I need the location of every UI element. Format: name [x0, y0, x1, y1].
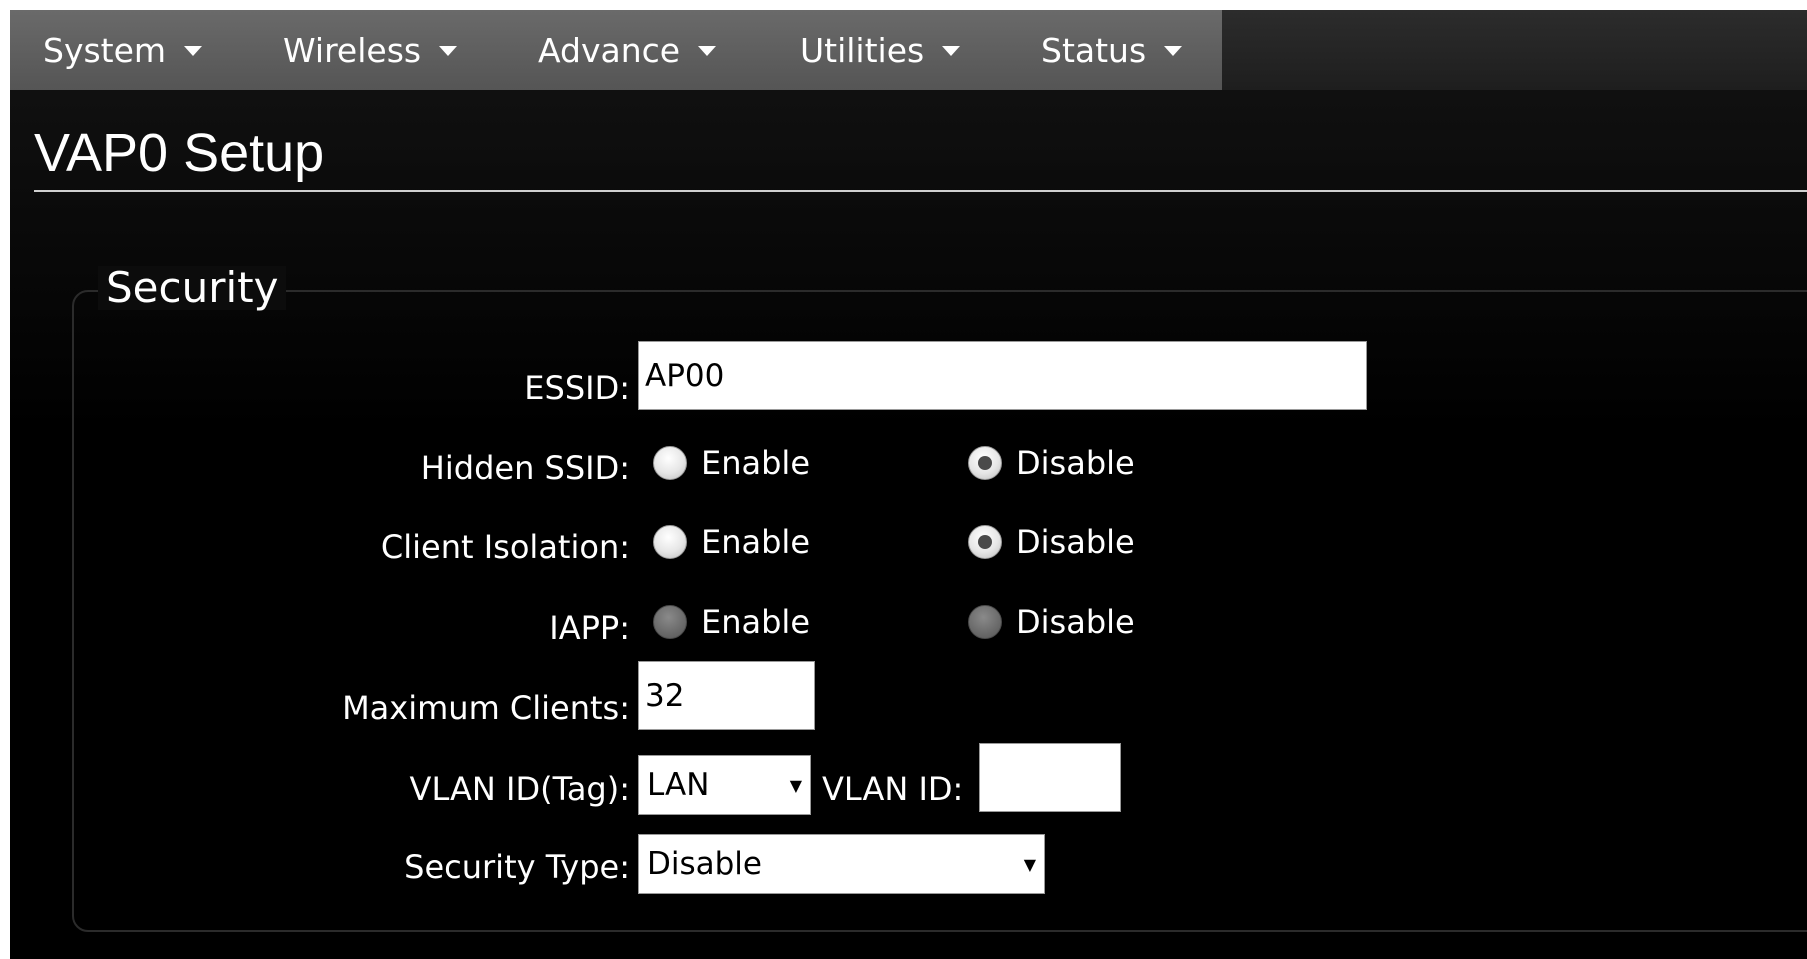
caret-down-icon: [1164, 46, 1183, 56]
menu-bar: System Wireless Advance Utilities Status: [10, 10, 1807, 90]
radio-icon: [653, 525, 687, 559]
vlan-tag-select[interactable]: LAN ▼: [638, 755, 811, 815]
iapp-disable-radio[interactable]: Disable: [968, 603, 1135, 641]
client-isolation-enable-label: Enable: [701, 523, 810, 561]
radio-checked-icon: [968, 446, 1002, 480]
menu-utilities-label: Utilities: [800, 30, 925, 70]
security-type-label: Security Type:: [404, 848, 630, 886]
client-isolation-enable-radio[interactable]: Enable: [653, 523, 810, 561]
caret-down-icon: [439, 46, 458, 56]
menu-wireless-label: Wireless: [283, 30, 422, 70]
page-title: VAP0 Setup: [34, 123, 325, 183]
radio-checked-icon: [968, 525, 1002, 559]
radio-icon: [653, 446, 687, 480]
menu-system[interactable]: System: [43, 10, 203, 90]
radio-disabled-icon: [653, 605, 687, 639]
client-isolation-label: Client Isolation:: [380, 528, 630, 566]
menu-status-label: Status: [1041, 30, 1147, 70]
menu-advance[interactable]: Advance: [538, 10, 717, 90]
iapp-enable-label: Enable: [701, 603, 810, 641]
essid-input[interactable]: AP00: [638, 341, 1367, 410]
menu-utilities[interactable]: Utilities: [800, 10, 961, 90]
caret-down-icon: [942, 46, 961, 56]
iapp-enable-radio[interactable]: Enable: [653, 603, 810, 641]
iapp-label: IAPP:: [549, 609, 630, 647]
hidden-ssid-disable-radio[interactable]: Disable: [968, 444, 1135, 482]
vlan-tag-label: VLAN ID(Tag):: [409, 770, 630, 808]
hidden-ssid-enable-radio[interactable]: Enable: [653, 444, 810, 482]
security-legend: Security: [98, 265, 287, 311]
client-isolation-disable-radio[interactable]: Disable: [968, 523, 1135, 561]
hidden-ssid-enable-label: Enable: [701, 444, 810, 482]
dropdown-arrow-icon: ▼: [789, 775, 802, 795]
menu-system-label: System: [43, 30, 167, 70]
title-divider: [34, 190, 1807, 192]
menu-advance-label: Advance: [538, 30, 681, 70]
caret-down-icon: [698, 46, 717, 56]
radio-disabled-icon: [968, 605, 1002, 639]
menu-group: System Wireless Advance Utilities Status: [10, 10, 1222, 90]
security-type-value: Disable: [647, 846, 762, 882]
vlan-id-input[interactable]: [979, 743, 1121, 812]
max-clients-label: Maximum Clients:: [342, 689, 630, 727]
dropdown-arrow-icon: ▼: [1023, 854, 1036, 874]
security-type-select[interactable]: Disable ▼: [638, 834, 1045, 894]
max-clients-input[interactable]: 32: [638, 661, 815, 730]
vlan-tag-value: LAN: [647, 767, 710, 803]
client-isolation-disable-label: Disable: [1016, 523, 1135, 561]
menu-status[interactable]: Status: [1041, 10, 1183, 90]
hidden-ssid-label: Hidden SSID:: [420, 449, 630, 487]
vlan-id-label: VLAN ID:: [822, 770, 964, 808]
essid-label: ESSID:: [524, 369, 630, 407]
caret-down-icon: [184, 46, 203, 56]
hidden-ssid-disable-label: Disable: [1016, 444, 1135, 482]
app-window: System Wireless Advance Utilities Status…: [10, 10, 1807, 959]
menu-wireless[interactable]: Wireless: [283, 10, 458, 90]
iapp-disable-label: Disable: [1016, 603, 1135, 641]
